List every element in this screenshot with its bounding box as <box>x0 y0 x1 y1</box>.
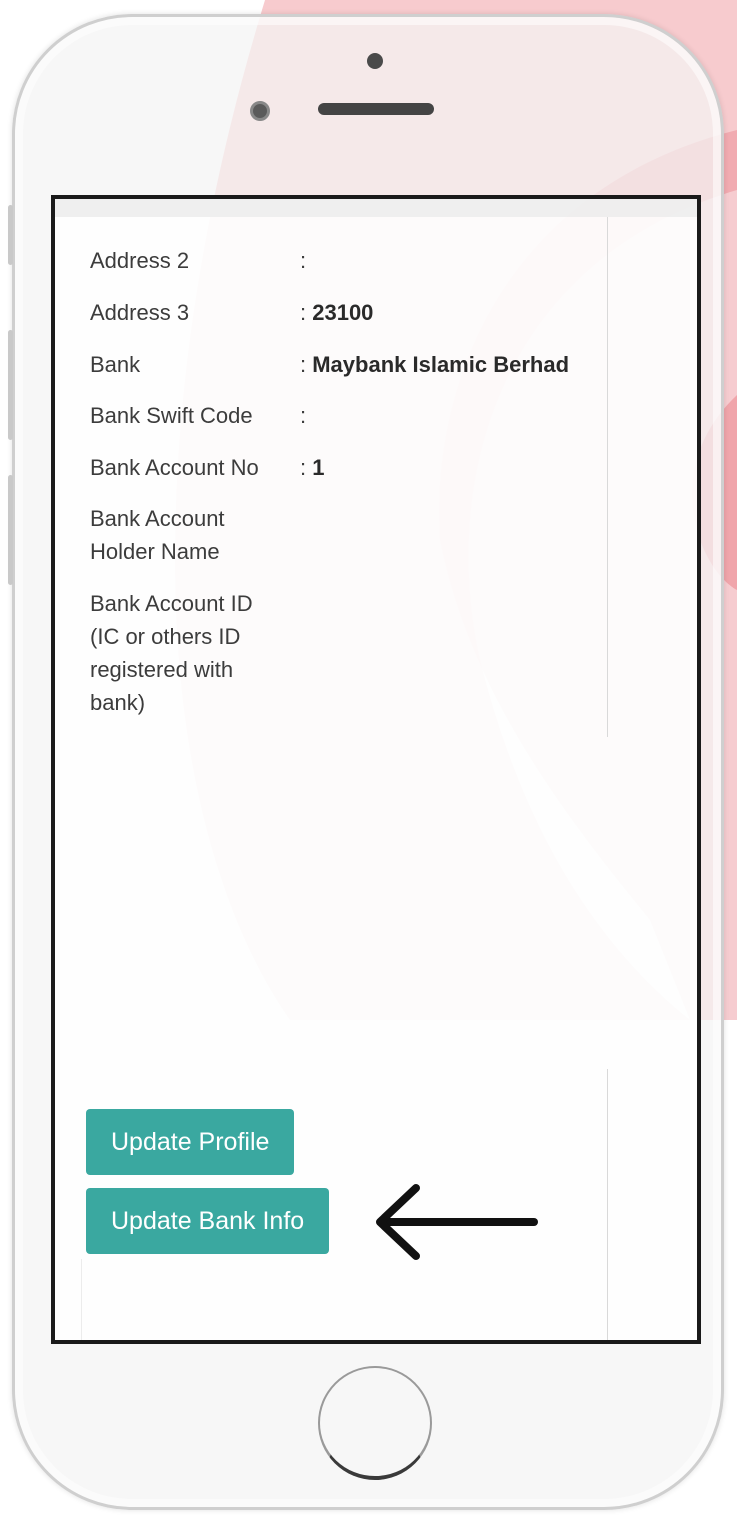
detail-label-line: Holder Name <box>90 539 220 564</box>
detail-separator: : <box>300 403 307 428</box>
phone-screen: Address 2 : Address 3 : 23100 Bank : May… <box>51 195 701 1344</box>
detail-value: 23100 <box>312 300 374 325</box>
left-divider <box>81 1259 82 1340</box>
update-bank-info-button[interactable]: Update Bank Info <box>86 1188 330 1254</box>
detail-label: Address 2 <box>90 248 190 273</box>
detail-row-bank-account-no: Bank Account No : 1 <box>90 451 324 484</box>
detail-separator: : <box>300 300 313 325</box>
detail-label-line: (IC or others ID <box>90 624 241 649</box>
volume-up-button <box>8 330 13 440</box>
detail-label-line: bank) <box>90 690 146 715</box>
detail-label-line: registered with <box>90 657 234 682</box>
detail-label: Bank Account No <box>90 455 259 480</box>
front-camera-icon <box>250 101 270 121</box>
speaker-grille-icon <box>318 103 434 115</box>
side-button <box>8 205 13 265</box>
detail-row-address-2: Address 2 : <box>90 244 306 277</box>
column-divider <box>607 1069 608 1340</box>
screen-top-strip <box>55 199 697 217</box>
update-profile-button[interactable]: Update Profile <box>86 1109 295 1175</box>
detail-label-line: Bank Account <box>90 506 225 531</box>
detail-row-address-3: Address 3 : 23100 <box>90 296 373 329</box>
detail-label: Address 3 <box>90 300 190 325</box>
column-divider <box>607 217 608 737</box>
detail-label: Bank Swift Code <box>90 403 253 428</box>
detail-separator: : <box>300 352 313 377</box>
volume-down-button <box>8 475 13 585</box>
detail-separator: : <box>300 248 307 273</box>
detail-label: Bank <box>90 352 141 377</box>
detail-row-bank-account-id: Bank Account ID (IC or others ID registe… <box>90 587 300 719</box>
detail-value: Maybank Islamic Berhad <box>312 352 570 377</box>
detail-value: 1 <box>312 455 325 480</box>
home-button-icon[interactable] <box>318 1366 432 1480</box>
arrow-left-icon <box>376 1184 538 1260</box>
detail-row-bank-swift-code: Bank Swift Code : <box>90 399 306 432</box>
camera-dot-icon <box>367 53 383 69</box>
detail-separator: : <box>300 455 313 480</box>
detail-row-bank: Bank : Maybank Islamic Berhad <box>90 348 569 381</box>
detail-row-bank-account-holder-name: Bank Account Holder Name <box>90 502 300 568</box>
detail-label-line: Bank Account ID <box>90 591 253 616</box>
